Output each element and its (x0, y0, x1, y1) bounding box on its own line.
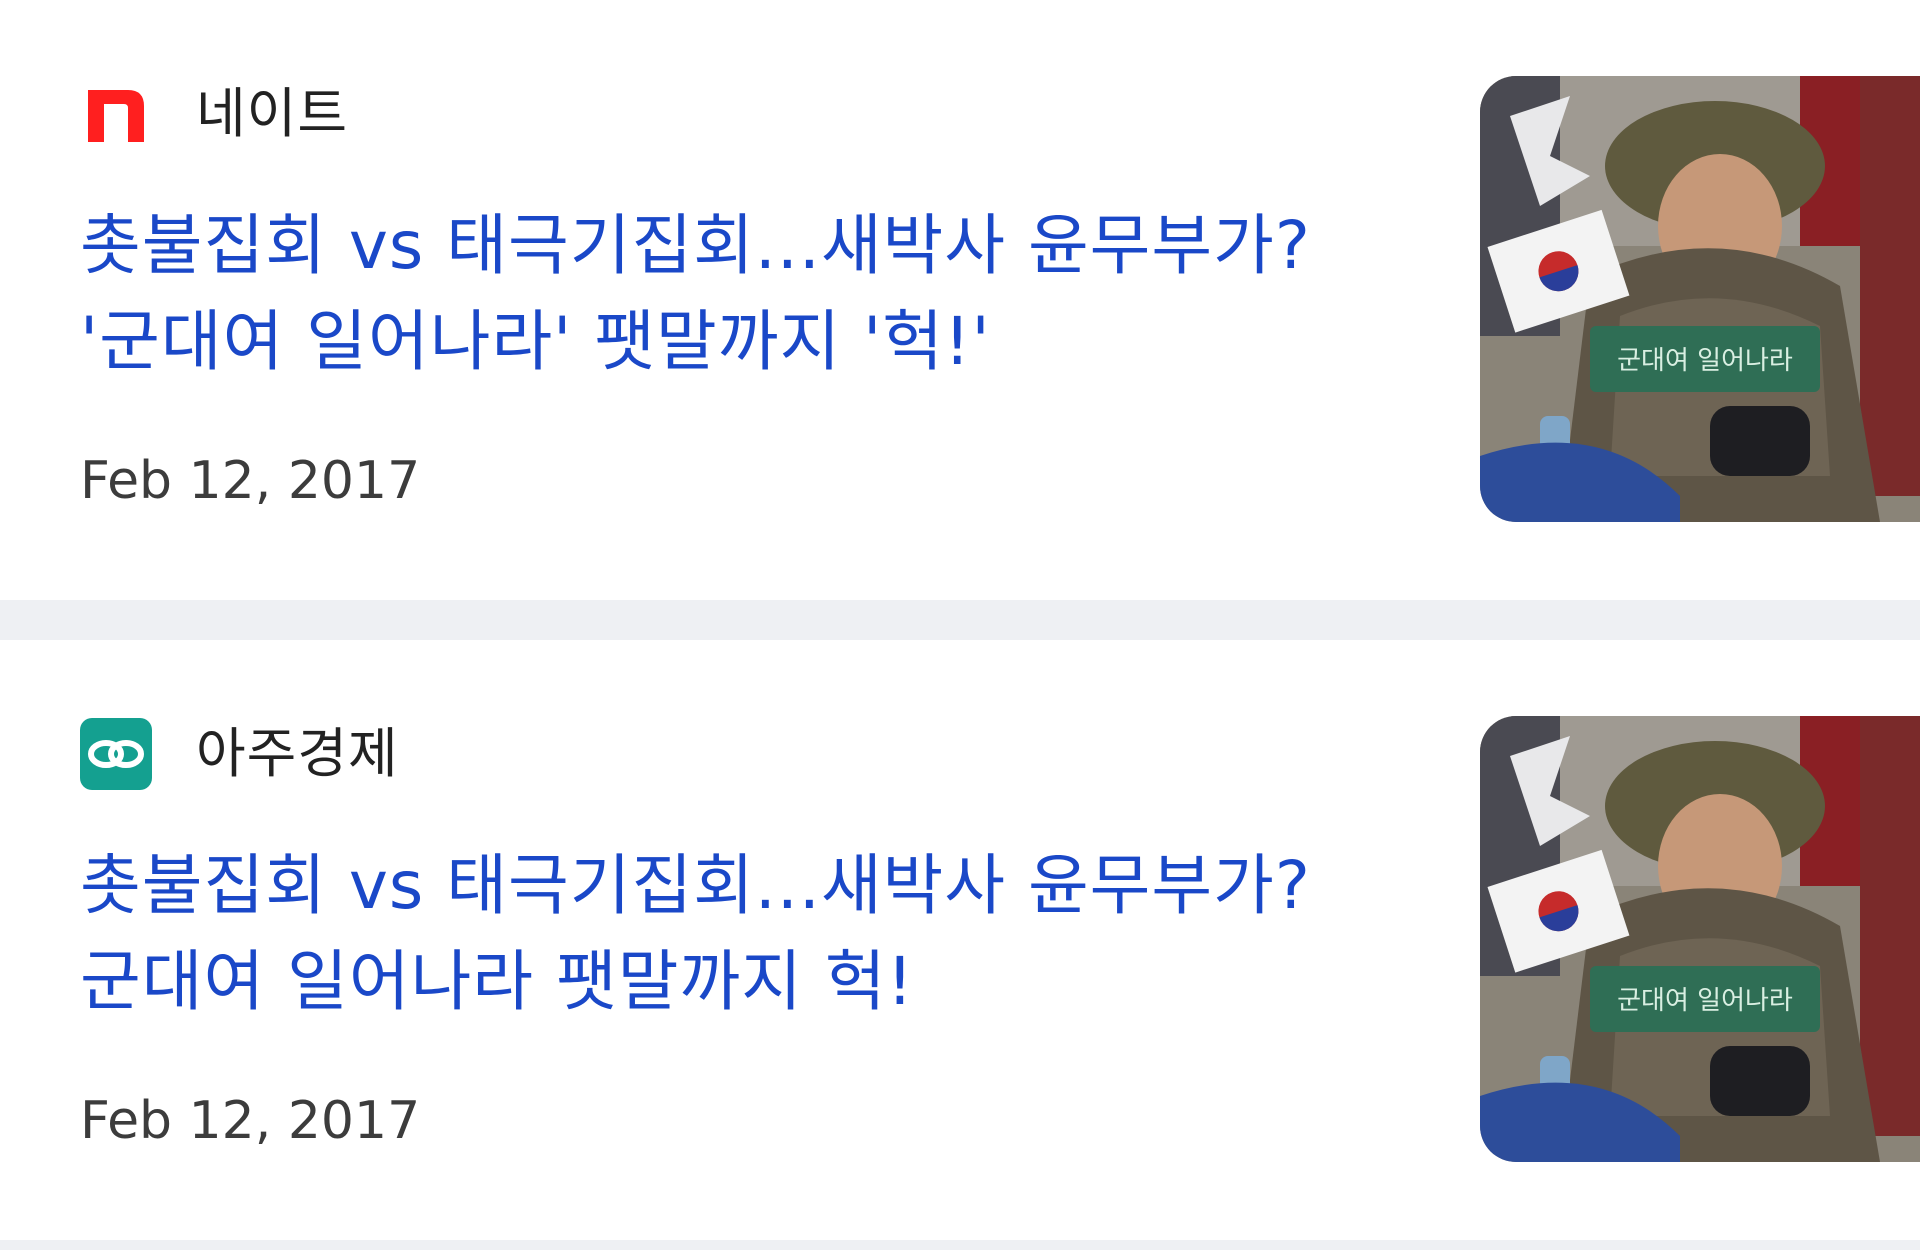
article-thumbnail[interactable]: 군대여 일어나라 (1480, 76, 1920, 522)
thumbnail-sign-text: 군대여 일어나라 (1617, 346, 1793, 376)
news-card[interactable]: 아주경제 촛불집회 vs 태극기집회...새박사 윤무부가? 군대여 일어나라 … (0, 640, 1920, 1240)
nate-logo-icon (80, 78, 152, 150)
article-thumbnail[interactable]: 군대여 일어나라 (1480, 716, 1920, 1162)
article-date: Feb 12, 2017 (80, 451, 421, 511)
card-separator (0, 600, 1920, 640)
source-row: 네이트 (80, 78, 348, 150)
article-date: Feb 12, 2017 (80, 1091, 421, 1151)
card-separator (0, 1240, 1920, 1250)
article-title-link[interactable]: 촛불집회 vs 태극기집회...새박사 윤무부가? '군대여 일어나라' 팻말까… (80, 198, 1320, 390)
ajou-logo-icon (80, 718, 152, 790)
source-row: 아주경제 (80, 718, 399, 790)
thumbnail-sign-text: 군대여 일어나라 (1617, 986, 1793, 1016)
source-name: 아주경제 (196, 722, 399, 785)
news-card[interactable]: 네이트 촛불집회 vs 태극기집회...새박사 윤무부가? '군대여 일어나라'… (0, 0, 1920, 600)
source-name: 네이트 (196, 82, 349, 145)
article-title-link[interactable]: 촛불집회 vs 태극기집회...새박사 윤무부가? 군대여 일어나라 팻말까지 … (80, 838, 1320, 1030)
